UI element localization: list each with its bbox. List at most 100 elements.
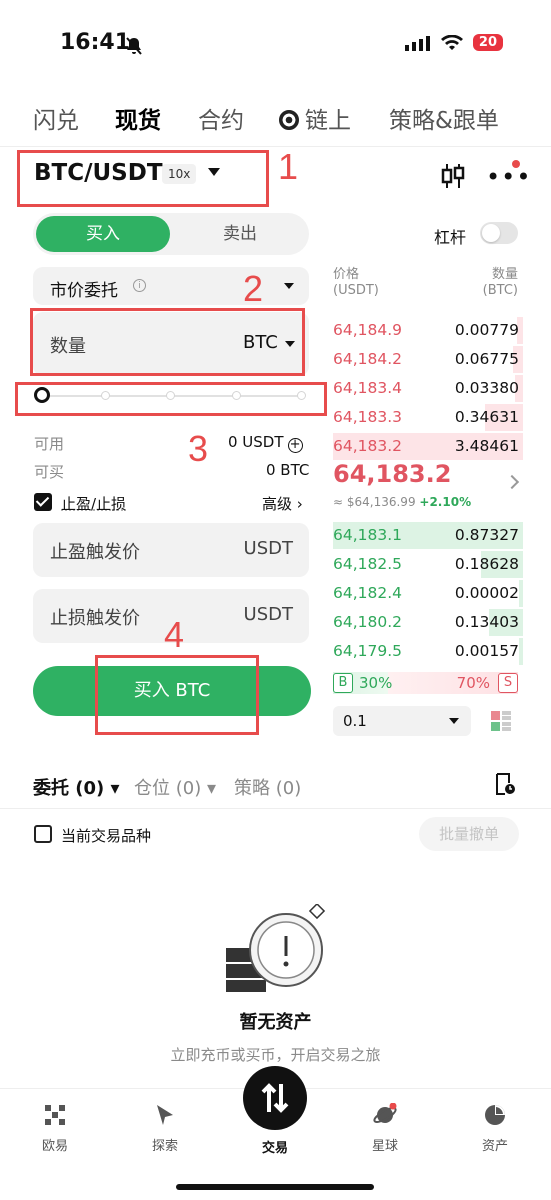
mute-bell-icon — [126, 37, 142, 55]
ask-amount: 0.34631 — [454, 408, 519, 426]
buy-tab[interactable]: 买入 — [36, 216, 170, 252]
annotation-number-2: 2 — [243, 268, 264, 309]
wifi-icon — [440, 34, 463, 50]
bid-amount: 0.00157 — [454, 642, 519, 660]
trade-fab-button[interactable] — [243, 1066, 307, 1130]
candlestick-chart-icon[interactable] — [440, 162, 466, 190]
ask-row[interactable]: 64,184.2 0.06775 — [333, 346, 523, 373]
status-time: 16:41 — [60, 30, 131, 55]
tab-swap[interactable]: 闪兑 — [33, 101, 79, 135]
bid-row[interactable]: 64,183.1 0.87327 — [333, 522, 523, 549]
bid-price: 64,182.4 — [333, 584, 403, 602]
buy-sell-ratio-bar: B 30% 70% S — [333, 672, 518, 694]
available-amount: 0 USDT — [228, 433, 284, 451]
buy-sell-toggle: 买入 卖出 — [33, 213, 309, 255]
ask-price: 64,184.9 — [333, 321, 403, 339]
order-type-select[interactable]: 市价委托 i — [33, 267, 309, 305]
tabbar-okx-label: 欧易 — [41, 1139, 68, 1154]
status-indicators: 20 — [404, 34, 503, 51]
sell-tab[interactable]: 卖出 — [173, 216, 307, 252]
leverage-toggle[interactable] — [480, 222, 518, 244]
pie-chart-icon — [485, 1105, 505, 1125]
price-header-unit: (USDT) — [333, 283, 379, 298]
tab-positions[interactable]: 仓位 (0) ▾ — [134, 774, 216, 800]
tab-strategy[interactable]: 策略&跟单 — [389, 101, 499, 135]
soccer-ball-icon — [279, 110, 299, 130]
annotation-box-3 — [15, 382, 327, 416]
info-icon[interactable]: i — [133, 279, 146, 292]
batch-cancel-button[interactable]: 批量撤单 — [419, 817, 519, 851]
stop-loss-unit: USDT — [243, 604, 293, 625]
tab-strategies[interactable]: 策略 (0) — [234, 774, 301, 800]
okx-logo-icon — [45, 1105, 65, 1125]
tab-orders[interactable]: 委托 (0) ▾ — [33, 774, 120, 800]
amount-header-label: 数量 — [491, 267, 518, 282]
bid-price: 64,182.5 — [333, 555, 403, 573]
empty-subtitle: 立即充币或买币，开启交易之旅 — [170, 1046, 381, 1064]
take-profit-field[interactable]: 止盈触发价 USDT — [33, 523, 309, 577]
leverage-toggle-label: 杠杆 — [434, 228, 467, 247]
ask-price: 64,184.2 — [333, 350, 403, 368]
tpsl-label: 止盈/止损 — [61, 495, 127, 513]
current-pair-label: 当前交易品种 — [61, 827, 152, 845]
bid-amount: 0.13403 — [454, 613, 519, 631]
annotation-box-1 — [17, 150, 269, 207]
ask-row[interactable]: 64,184.9 0.00779 — [333, 317, 523, 344]
status-bar: 16:41 20 — [0, 0, 551, 90]
tab-positions-label: 仓位 (0) — [134, 778, 202, 799]
ask-row[interactable]: 64,183.4 0.03380 — [333, 375, 523, 402]
bid-row[interactable]: 64,179.5 0.00157 — [333, 638, 523, 665]
amount-header-unit: (BTC) — [482, 283, 518, 298]
tabbar-assets[interactable]: 资产 — [455, 1103, 535, 1154]
ask-amount: 3.48461 — [454, 437, 519, 455]
depth-step-select[interactable]: 0.1 — [333, 706, 471, 736]
tabbar-planet[interactable]: 星球 — [345, 1103, 425, 1154]
tab-orders-label: 委托 (0) — [33, 778, 105, 799]
last-price-sub: ≈ $64,136.99 +2.10% — [333, 495, 471, 509]
tabbar-assets-label: 资产 — [481, 1139, 508, 1154]
chevron-right-icon[interactable] — [504, 474, 520, 490]
bid-row[interactable]: 64,182.5 0.18628 — [333, 551, 523, 578]
annotation-number-4: 4 — [164, 614, 185, 655]
ask-row[interactable]: 64,183.3 0.34631 — [333, 404, 523, 431]
last-price-change: +2.10% — [419, 495, 472, 509]
order-history-icon[interactable] — [494, 772, 516, 796]
advanced-link[interactable]: 高级 › — [262, 493, 303, 514]
buy-ratio-text: 30% — [359, 674, 393, 692]
orderbook-layout-icon[interactable] — [490, 710, 512, 732]
ask-amount: 0.06775 — [454, 350, 519, 368]
bid-price: 64,180.2 — [333, 613, 403, 631]
orders-tabs: 委托 (0) ▾ 仓位 (0) ▾ 策略 (0) — [0, 766, 551, 802]
tab-futures[interactable]: 合约 — [198, 101, 244, 135]
add-funds-icon[interactable]: + — [287, 438, 303, 453]
tabbar-planet-label: 星球 — [371, 1139, 398, 1154]
tab-onchain-label: 链上 — [305, 108, 351, 134]
depth-step-value: 0.1 — [343, 712, 367, 730]
tabbar-explore-label: 探索 — [151, 1139, 178, 1154]
empty-title: 暂无资产 — [239, 1012, 312, 1033]
tab-onchain[interactable]: 链上 — [279, 101, 351, 135]
price-header-label: 价格 — [333, 267, 360, 282]
empty-assets-illustration — [226, 904, 326, 992]
more-icon[interactable]: ••• — [486, 165, 531, 189]
tabbar-okx[interactable]: 欧易 — [15, 1103, 95, 1154]
bid-amount: 0.87327 — [454, 526, 519, 544]
bid-depth-bar — [519, 580, 523, 607]
ask-row[interactable]: 64,183.2 3.48461 — [333, 433, 523, 460]
depth-caret-icon — [449, 718, 459, 724]
last-price[interactable]: 64,183.2 — [333, 460, 451, 488]
bid-price: 64,179.5 — [333, 642, 403, 660]
notification-dot — [512, 160, 520, 168]
bid-row[interactable]: 64,182.4 0.00002 — [333, 580, 523, 607]
tab-spot[interactable]: 现货 — [115, 101, 161, 135]
bid-price: 64,183.1 — [333, 526, 403, 544]
current-pair-checkbox[interactable] — [34, 825, 52, 843]
ask-amount: 0.00779 — [454, 321, 519, 339]
tpsl-checkbox[interactable] — [34, 493, 52, 511]
tabbar-explore[interactable]: 探索 — [125, 1103, 205, 1154]
bid-amount: 0.18628 — [454, 555, 519, 573]
buy-marker: B — [333, 673, 353, 693]
compass-icon — [157, 1105, 173, 1125]
bid-row[interactable]: 64,180.2 0.13403 — [333, 609, 523, 636]
tabbar-trade-label: 交易 — [261, 1141, 288, 1156]
